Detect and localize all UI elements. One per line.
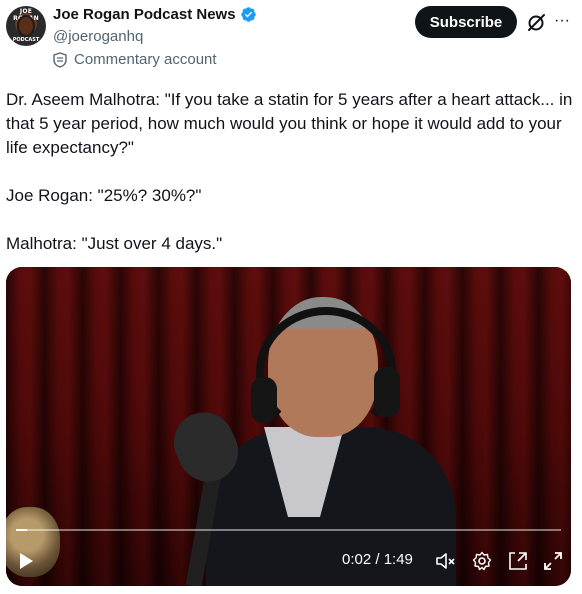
tweet-paragraph: Dr. Aseem Malhotra: "If you take a stati…: [6, 90, 573, 157]
play-icon[interactable]: [16, 551, 36, 571]
more-options-icon[interactable]: ···: [551, 10, 573, 32]
author-handle[interactable]: @joeroganhq: [53, 28, 143, 45]
avatar-text-bottom: PODCAST: [12, 37, 40, 43]
headphone-cup-right: [374, 367, 400, 417]
avatar-face: [19, 17, 33, 35]
picture-in-picture-icon[interactable]: [507, 550, 529, 572]
commentary-label: Commentary account: [53, 51, 217, 68]
tweet-paragraph: Joe Rogan: "25%? 30%?": [6, 186, 202, 205]
subscribe-button[interactable]: Subscribe: [415, 6, 517, 38]
avatar[interactable]: JOE ROGAN PODCAST: [6, 6, 46, 46]
tweet-paragraph: Malhotra: "Just over 4 days.": [6, 234, 223, 253]
shield-icon: [53, 51, 67, 68]
grok-icon[interactable]: [525, 12, 547, 34]
mute-icon[interactable]: [434, 550, 456, 572]
video-time: 0:02 / 1:49: [342, 551, 413, 568]
commentary-text: Commentary account: [74, 51, 217, 68]
display-name[interactable]: Joe Rogan Podcast News: [53, 6, 236, 23]
video-progress-bar[interactable]: [16, 529, 561, 531]
video-controls: 0:02 / 1:49: [6, 545, 571, 577]
tweet-text: Dr. Aseem Malhotra: "If you take a stati…: [6, 88, 576, 256]
headphone-cup-left: [251, 377, 277, 423]
verified-badge-icon: [240, 7, 256, 22]
author-name-row: Joe Rogan Podcast News: [53, 6, 257, 23]
video-player[interactable]: 0:02 / 1:49: [6, 267, 571, 586]
video-progress-fill: [16, 529, 27, 531]
settings-icon[interactable]: [471, 550, 493, 572]
fullscreen-icon[interactable]: [542, 550, 564, 572]
